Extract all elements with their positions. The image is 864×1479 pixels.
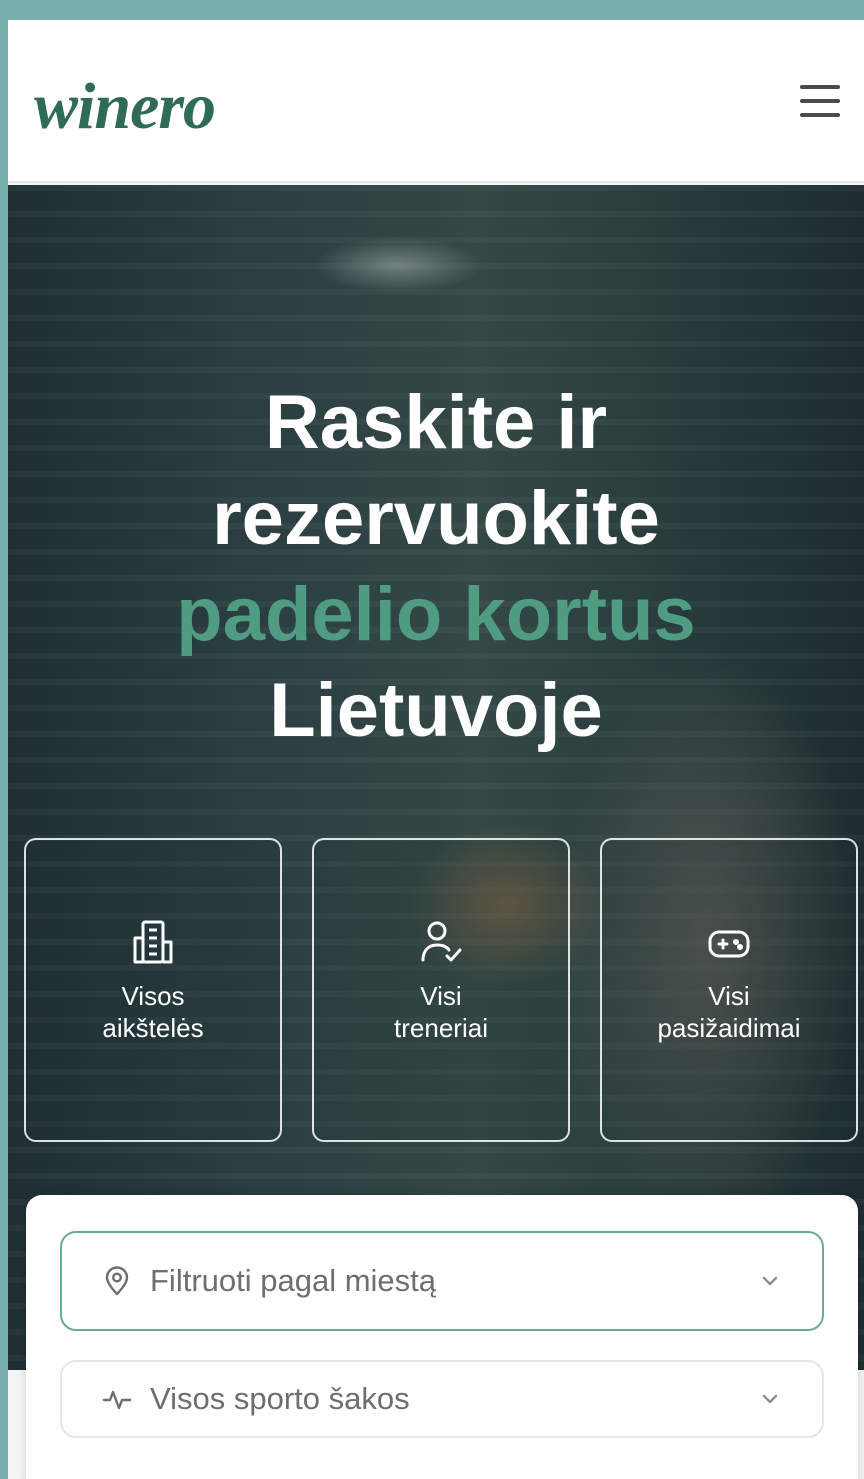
category-label-line-1: Visi — [420, 981, 462, 1011]
hamburger-menu-icon[interactable] — [800, 82, 840, 120]
hero-title-accent: padelio kortus — [176, 572, 696, 657]
hero-section: Raskite ir rezervuokite padelio kortus L… — [8, 185, 864, 1370]
hero-title-line-4: Lietuvoje — [269, 668, 603, 753]
category-label-line-2: pasižaidimai — [657, 1013, 801, 1043]
app-frame: winero winero Raskite ir rezervuokite pa… — [8, 20, 864, 1479]
hero-title-line-2: rezervuokite — [212, 476, 660, 561]
site-header: winero winero — [8, 20, 864, 183]
hero-title: Raskite ir rezervuokite padelio kortus L… — [8, 375, 864, 759]
sport-filter-select[interactable]: Visos sporto šakos — [60, 1360, 824, 1438]
category-label-line-1: Visi — [708, 981, 750, 1011]
city-filter-select[interactable]: Filtruoti pagal miestą — [60, 1231, 824, 1331]
svg-text:winero: winero — [34, 70, 215, 143]
gamepad-icon — [708, 930, 750, 958]
location-pin-icon — [105, 1266, 129, 1296]
category-all-coaches[interactable]: Visi treneriai — [312, 838, 570, 1142]
category-label-line-2: treneriai — [394, 1013, 488, 1043]
filter-panel: Filtruoti pagal miestą Visos sporto šako… — [26, 1195, 858, 1479]
category-all-courts[interactable]: Visos aikštelės — [24, 838, 282, 1142]
category-label-line-2: aikštelės — [102, 1013, 204, 1043]
category-label-line-1: Visos — [121, 981, 185, 1011]
category-all-matches[interactable]: Visi pasižaidimai — [600, 838, 858, 1142]
winero-logo[interactable]: winero winero — [30, 68, 300, 148]
chevron-down-icon — [762, 1276, 778, 1286]
user-check-icon — [421, 921, 462, 962]
hero-title-line-1: Raskite ir — [264, 380, 608, 465]
building-icon — [133, 920, 173, 964]
city-filter-value: Filtruoti pagal miestą — [150, 1263, 437, 1298]
activity-icon — [102, 1390, 132, 1410]
chevron-down-icon — [762, 1394, 778, 1404]
sport-filter-value: Visos sporto šakos — [150, 1381, 410, 1416]
